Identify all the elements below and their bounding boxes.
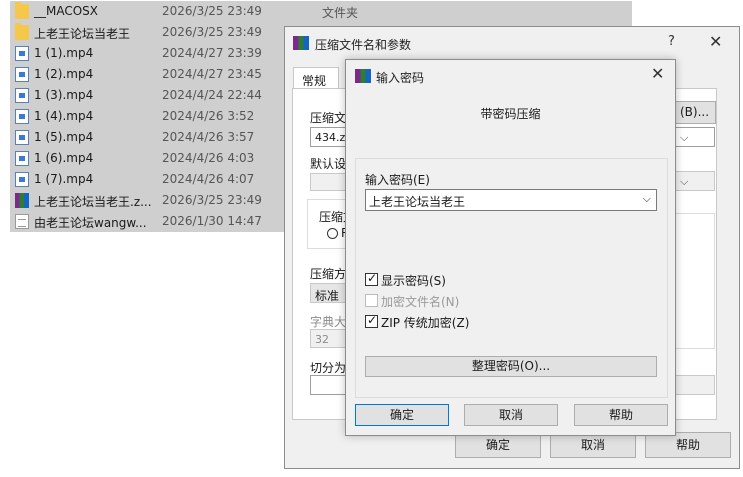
file-name: 由老王论坛wangw... — [34, 216, 147, 230]
file-type: 文件夹 — [322, 6, 359, 20]
close-icon[interactable]: ✕ — [651, 64, 664, 83]
profile-dropdown-arrow[interactable]: ⌵ — [675, 171, 715, 191]
split-dropdown[interactable] — [675, 375, 715, 395]
password-value: 上老王论坛当老王 — [369, 195, 466, 209]
file-date: 2026/1/30 14:47 — [162, 214, 262, 228]
dialog-heading: 带密码压缩 — [480, 107, 541, 121]
file-name: 1 (4).mp4 — [34, 109, 94, 123]
video-file-icon — [15, 67, 29, 82]
file-date: 2026/3/25 23:49 — [162, 4, 262, 18]
password-label: 输入密码(E) — [365, 173, 430, 187]
file-name: 1 (2).mp4 — [34, 67, 94, 81]
file-name: __MACOSX — [34, 4, 99, 18]
video-file-icon — [15, 109, 29, 124]
encrypt-filenames-checkbox[interactable] — [365, 294, 378, 307]
file-date: 2024/4/24 22:44 — [162, 88, 262, 102]
file-date: 2024/4/27 23:45 — [162, 67, 262, 81]
winrar-icon — [293, 36, 309, 50]
file-date: 2026/3/25 23:49 — [162, 193, 262, 207]
show-password-label: 显示密码(S) — [381, 274, 446, 288]
file-date: 2024/4/26 4:03 — [162, 151, 255, 165]
file-date: 2026/3/25 23:49 — [162, 25, 262, 39]
video-file-icon — [15, 130, 29, 145]
archive-name-dropdown[interactable]: ⌵ — [675, 127, 715, 147]
video-file-icon — [15, 88, 29, 103]
file-name: 上老王论坛当老王.z... — [34, 195, 152, 209]
folder-icon — [15, 2, 29, 19]
file-date: 2024/4/26 4:07 — [162, 172, 255, 186]
help-button[interactable]: 帮助 — [574, 404, 668, 426]
format-radio[interactable] — [327, 228, 338, 239]
folder-icon — [15, 23, 29, 40]
cancel-button[interactable]: 取消 — [464, 404, 558, 426]
file-date: 2024/4/26 3:52 — [162, 109, 255, 123]
dict-size-value: 32 — [315, 333, 329, 346]
method-value: 标准 — [315, 289, 340, 303]
file-name: 1 (6).mp4 — [34, 151, 94, 165]
file-name: 上老王论坛当老王 — [34, 27, 131, 41]
organize-passwords-button[interactable]: 整理密码(O)... — [365, 356, 657, 377]
default-profile-label: 默认设 — [310, 157, 347, 171]
split-label: 切分为 — [310, 361, 347, 375]
file-name: 1 (7).mp4 — [34, 172, 94, 186]
text-file-icon — [15, 214, 29, 229]
file-date: 2024/4/27 23:39 — [162, 46, 262, 60]
file-name: 1 (3).mp4 — [34, 88, 94, 102]
encrypt-filenames-label: 加密文件名(N) — [381, 295, 460, 309]
video-file-icon — [15, 46, 29, 61]
zip-legacy-encryption-checkbox[interactable]: ✓ — [365, 313, 378, 328]
browse-button[interactable]: (B)... — [673, 101, 716, 124]
chevron-down-icon: ⌵ — [680, 175, 689, 188]
dialog-title: 压缩文件名和参数 — [315, 38, 412, 52]
password-dialog: 输入密码 ✕ 带密码压缩 输入密码(E) 上老王论坛当老王 ⌵ ✓ 显示密码(S… — [345, 59, 676, 436]
rar-archive-icon — [15, 193, 29, 208]
winrar-icon — [355, 69, 371, 83]
ok-button[interactable]: 确定 — [355, 404, 449, 426]
checkmark-icon: ✓ — [367, 313, 378, 327]
tab-label: 常规 — [302, 74, 327, 88]
password-input[interactable]: 上老王论坛当老王 ⌵ — [365, 189, 657, 211]
file-date: 2024/4/26 3:57 — [162, 130, 255, 144]
checkmark-icon: ✓ — [367, 271, 378, 285]
options-group — [675, 213, 715, 349]
close-icon[interactable]: ✕ — [709, 32, 722, 51]
file-name: 1 (5).mp4 — [34, 130, 94, 144]
zip-legacy-encryption-label: ZIP 传统加密(Z) — [381, 316, 470, 330]
method-label: 压缩方 — [310, 267, 347, 281]
archive-name-label: 压缩文 — [310, 111, 347, 125]
chevron-down-icon: ⌵ — [680, 131, 689, 144]
video-file-icon — [15, 151, 29, 166]
dialog-title: 输入密码 — [376, 71, 425, 85]
dict-size-label: 字典大 — [310, 315, 347, 329]
chevron-down-icon[interactable]: ⌵ — [643, 192, 651, 206]
help-icon[interactable]: ? — [668, 34, 675, 49]
video-file-icon — [15, 172, 29, 187]
show-password-checkbox[interactable]: ✓ — [365, 271, 378, 286]
tab-general[interactable]: 常规 — [293, 67, 339, 89]
file-row-macosx[interactable]: __MACOSX 2026/3/25 23:49 文件夹 — [10, 1, 632, 22]
file-name: 1 (1).mp4 — [34, 46, 94, 60]
